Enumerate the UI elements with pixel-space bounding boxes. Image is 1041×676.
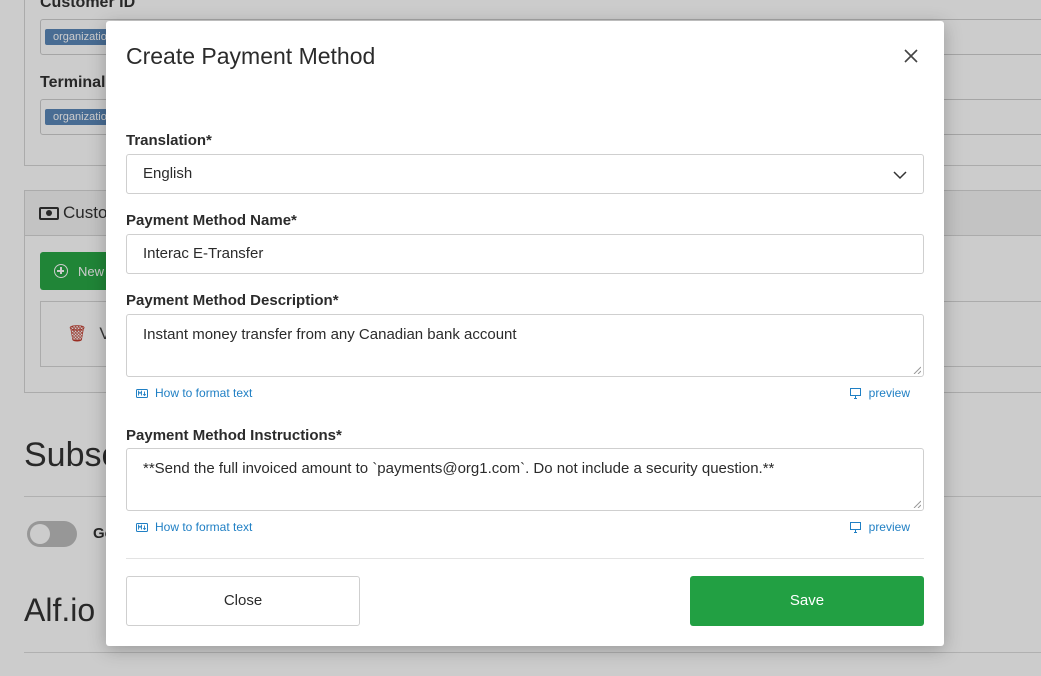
footer-divider bbox=[126, 558, 924, 559]
resize-handle-icon[interactable] bbox=[913, 366, 921, 374]
payment-method-instructions-textarea[interactable]: **Send the full invoiced amount to `paym… bbox=[126, 448, 924, 511]
monitor-icon bbox=[849, 387, 861, 399]
markdown-icon bbox=[136, 522, 148, 532]
description-format-help-link[interactable]: How to format text bbox=[136, 386, 252, 400]
translation-select[interactable]: English bbox=[126, 154, 924, 194]
translation-label: Translation* bbox=[126, 132, 212, 149]
description-preview-link[interactable]: preview bbox=[849, 386, 910, 400]
instructions-format-help-link[interactable]: How to format text bbox=[136, 520, 252, 534]
modal-title: Create Payment Method bbox=[126, 43, 376, 69]
markdown-icon bbox=[136, 388, 148, 398]
format-help-text: How to format text bbox=[155, 520, 253, 534]
chevron-down-icon bbox=[893, 171, 907, 180]
save-button[interactable]: Save bbox=[690, 576, 924, 626]
instructions-preview-link[interactable]: preview bbox=[849, 520, 910, 534]
close-button[interactable]: Close bbox=[126, 576, 360, 626]
instructions-text: **Send the full invoiced amount to `paym… bbox=[143, 460, 775, 477]
translation-value: English bbox=[143, 165, 193, 182]
description-text: Instant money transfer from any Canadian… bbox=[143, 326, 517, 343]
preview-text: preview bbox=[868, 520, 910, 534]
payment-method-name-label: Payment Method Name* bbox=[126, 212, 297, 229]
format-help-text: How to format text bbox=[155, 386, 253, 400]
payment-method-description-label: Payment Method Description* bbox=[126, 292, 339, 309]
preview-text: preview bbox=[868, 386, 910, 400]
payment-method-name-input[interactable]: Interac E-Transfer bbox=[126, 234, 924, 274]
resize-handle-icon[interactable] bbox=[913, 500, 921, 508]
payment-method-description-textarea[interactable]: Instant money transfer from any Canadian… bbox=[126, 314, 924, 377]
payment-method-instructions-label: Payment Method Instructions* bbox=[126, 427, 342, 444]
close-icon[interactable] bbox=[902, 47, 920, 65]
create-payment-method-modal: Create Payment Method Translation* Engli… bbox=[106, 21, 944, 646]
monitor-icon bbox=[849, 521, 861, 533]
